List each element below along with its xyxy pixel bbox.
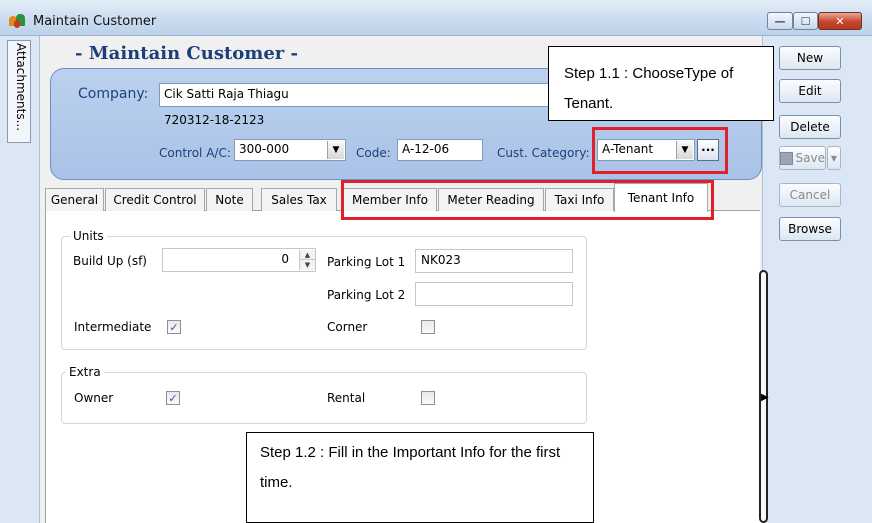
maximize-button[interactable]: ☐ — [793, 12, 818, 30]
chevron-right-icon[interactable]: ▶ — [761, 392, 769, 403]
code-field[interactable]: A-12-06 — [397, 139, 483, 161]
cust-category-label: Cust. Category: — [497, 146, 590, 160]
tab-label: General — [50, 193, 99, 207]
tab-label: Tenant Info — [627, 191, 695, 205]
code-label: Code: — [356, 146, 391, 160]
rental-checkbox[interactable] — [421, 391, 435, 405]
close-button[interactable]: ✕ — [818, 12, 862, 30]
parking-lot-1-input[interactable]: NK023 — [415, 249, 573, 273]
minimize-icon: — — [774, 14, 786, 28]
intermediate-checkbox[interactable]: ✓ — [167, 320, 181, 334]
tab-tenant-info[interactable]: Tenant Info — [614, 183, 708, 212]
cancel-button[interactable]: Cancel — [779, 183, 841, 207]
control-ac-label: Control A/C: — [159, 146, 231, 160]
delete-button[interactable]: Delete — [779, 115, 841, 139]
highlight-cust-category — [592, 127, 728, 174]
company-label: Company: — [78, 86, 149, 102]
checkmark-icon: ✓ — [168, 391, 178, 405]
new-button[interactable]: New — [779, 46, 841, 70]
dropdown-arrow-icon[interactable]: ▼ — [327, 141, 344, 159]
maximize-icon: ☐ — [800, 14, 811, 28]
checkmark-icon: ✓ — [169, 320, 179, 334]
tab-label: Sales Tax — [271, 193, 327, 207]
callout-step-1-2: Step 1.2 : Fill in the Important Info fo… — [246, 432, 594, 523]
control-ac-value: 300-000 — [239, 142, 290, 156]
tab-credit-control[interactable]: Credit Control — [105, 188, 205, 211]
action-toolbar — [762, 36, 872, 523]
form-title: - Maintain Customer - — [75, 43, 299, 64]
extra-legend: Extra — [66, 365, 104, 379]
tab-note[interactable]: Note — [206, 188, 253, 211]
tab-general[interactable]: General — [45, 188, 104, 211]
owner-checkbox[interactable]: ✓ — [166, 391, 180, 405]
save-dropdown-button[interactable]: ▼ — [827, 146, 841, 170]
attachments-tab[interactable]: Attachments... — [7, 40, 31, 143]
company-field[interactable]: Cik Satti Raja Thiagu — [159, 83, 577, 107]
callout-step-1-1: Step 1.1 : ChooseType of Tenant. — [548, 46, 774, 121]
floppy-disk-icon — [780, 151, 793, 165]
rental-label: Rental — [327, 391, 366, 405]
attachments-label: Attachments... — [14, 43, 28, 132]
customers-icon — [9, 14, 29, 28]
close-icon: ✕ — [835, 14, 845, 28]
parking-lot-2-label: Parking Lot 2 — [327, 288, 406, 302]
extra-group — [61, 372, 587, 424]
corner-label: Corner — [327, 320, 368, 334]
spin-up-icon[interactable]: ▲ — [300, 250, 315, 260]
units-legend: Units — [70, 229, 107, 243]
intermediate-label: Intermediate — [74, 320, 152, 334]
parking-lot-1-label: Parking Lot 1 — [327, 255, 406, 269]
owner-label: Owner — [74, 391, 114, 405]
tab-sales-tax[interactable]: Sales Tax — [261, 188, 337, 211]
spin-down-icon[interactable]: ▼ — [300, 260, 315, 270]
chevron-down-icon: ▼ — [830, 153, 838, 163]
build-up-spinner[interactable]: ▲ ▼ — [299, 250, 315, 270]
corner-checkbox[interactable] — [421, 320, 435, 334]
tab-label: Credit Control — [113, 193, 197, 207]
tab-label: Note — [215, 193, 244, 207]
build-up-label: Build Up (sf) — [73, 254, 147, 268]
save-button[interactable]: Save — [779, 146, 826, 170]
parking-lot-2-input[interactable] — [415, 282, 573, 306]
build-up-input[interactable]: 0 — [162, 248, 316, 272]
registration-number[interactable]: 720312-18-2123 — [164, 113, 264, 127]
control-ac-select[interactable]: 300-000 ▼ — [234, 139, 346, 161]
browse-button[interactable]: Browse — [779, 217, 841, 241]
window-title: Maintain Customer — [33, 14, 157, 29]
save-label: Save — [795, 151, 825, 165]
minimize-button[interactable]: — — [767, 12, 793, 30]
edit-button[interactable]: Edit — [779, 79, 841, 103]
